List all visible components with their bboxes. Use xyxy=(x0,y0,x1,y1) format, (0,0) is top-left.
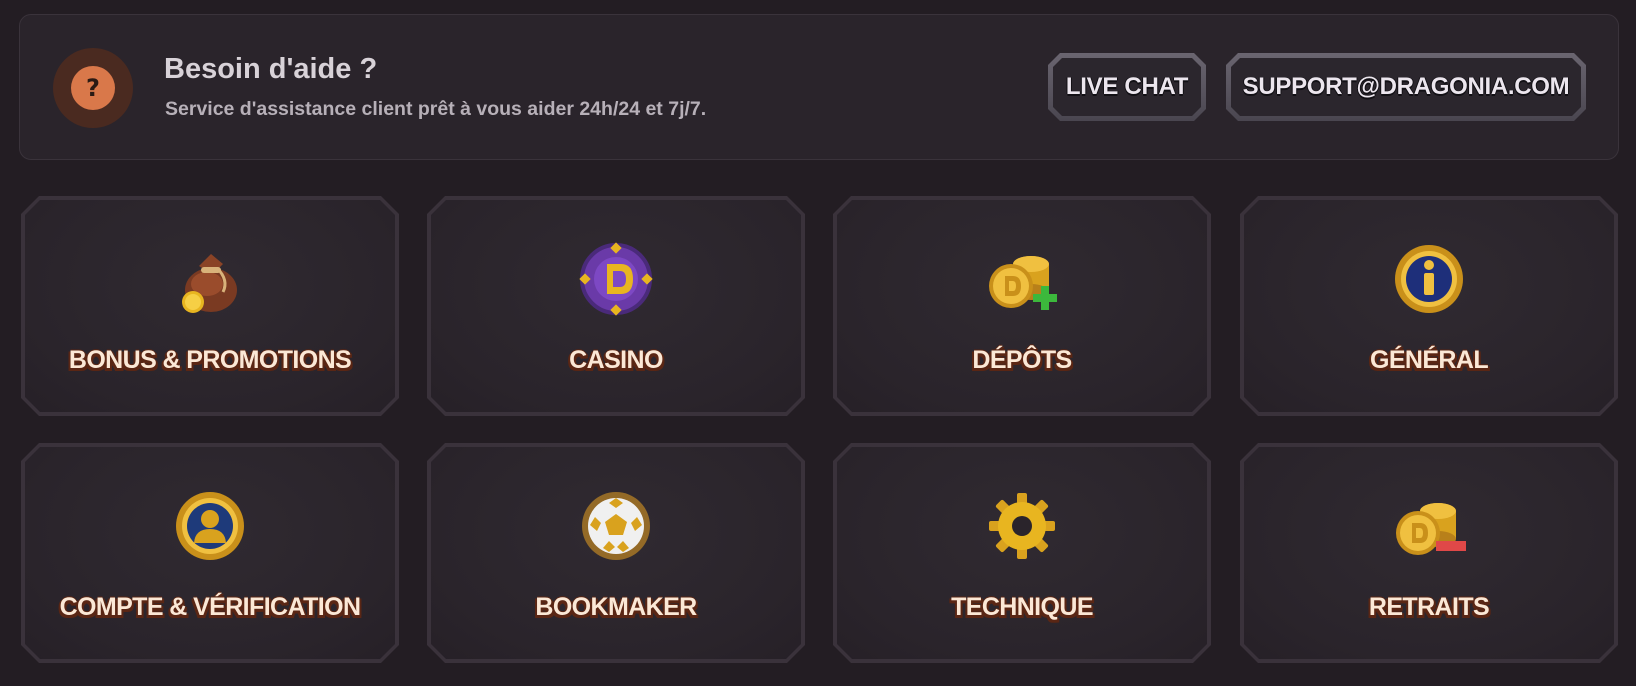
category-label: BONUS & PROMOTIONS xyxy=(68,346,352,374)
user-account-icon xyxy=(165,481,255,571)
live-chat-label: LIVE CHAT xyxy=(1065,73,1189,100)
category-technique[interactable]: TECHNIQUE xyxy=(833,443,1211,663)
category-label: TECHNIQUE xyxy=(951,593,1093,621)
category-bonus-promotions[interactable]: BONUS & PROMOTIONS xyxy=(21,196,399,416)
category-depots[interactable]: DÉPÔTS xyxy=(833,196,1211,416)
category-label: DÉPÔTS xyxy=(972,346,1072,374)
category-bookmaker[interactable]: BOOKMAKER xyxy=(427,443,805,663)
category-label: COMPTE & VÉRIFICATION xyxy=(59,593,361,621)
category-label: CASINO xyxy=(569,346,663,374)
money-bag-icon xyxy=(165,234,255,324)
football-icon xyxy=(571,481,661,571)
support-email-button-face: SUPPORT@DRAGONIA.COM xyxy=(1231,58,1581,116)
category-retraits[interactable]: RETRAITS xyxy=(1240,443,1618,663)
coins-plus-icon xyxy=(977,234,1067,324)
info-icon xyxy=(1384,234,1474,324)
support-email-label: SUPPORT@DRAGONIA.COM xyxy=(1242,73,1570,100)
help-center-page: ? Besoin d'aide ? Service d'assistance c… xyxy=(0,0,1636,686)
category-label: BOOKMAKER xyxy=(535,593,697,621)
help-icon-wrap: ? xyxy=(53,48,133,128)
help-banner: ? Besoin d'aide ? Service d'assistance c… xyxy=(19,14,1619,160)
category-general[interactable]: GÉNÉRAL xyxy=(1240,196,1618,416)
live-chat-button[interactable]: LIVE CHAT xyxy=(1048,53,1206,121)
live-chat-button-face: LIVE CHAT xyxy=(1053,58,1201,116)
category-casino[interactable]: CASINO xyxy=(427,196,805,416)
question-icon: ? xyxy=(71,66,115,110)
category-label: GÉNÉRAL xyxy=(1369,346,1489,374)
category-label: RETRAITS xyxy=(1368,593,1490,621)
help-title: Besoin d'aide ? xyxy=(164,53,378,85)
help-subtitle: Service d'assistance client prêt à vous … xyxy=(165,98,707,120)
category-compte-verification[interactable]: COMPTE & VÉRIFICATION xyxy=(21,443,399,663)
coins-minus-icon xyxy=(1384,481,1474,571)
support-email-button[interactable]: SUPPORT@DRAGONIA.COM xyxy=(1226,53,1586,121)
casino-chip-icon xyxy=(571,234,661,324)
gear-icon xyxy=(977,481,1067,571)
